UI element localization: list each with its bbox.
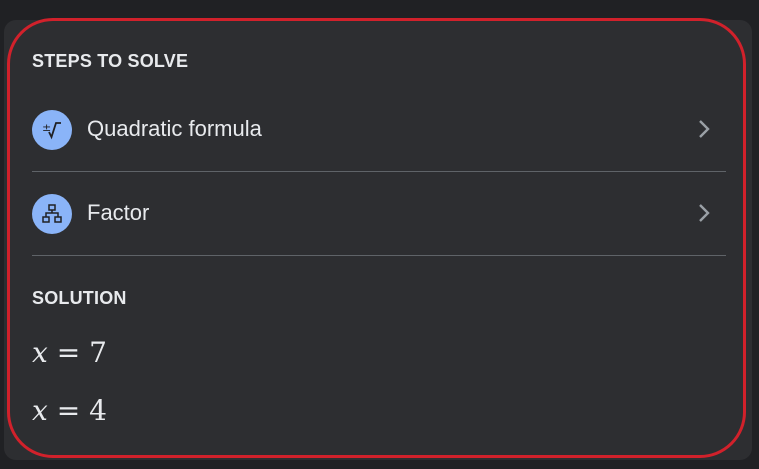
equation-variable: x <box>32 336 48 369</box>
divider <box>32 255 726 256</box>
solution-equation: x = 4 <box>32 394 107 427</box>
step-item-quadratic-formula[interactable]: ± Quadratic formula <box>32 88 726 172</box>
chevron-right-icon <box>699 120 710 138</box>
quadratic-formula-icon: ± <box>32 110 72 150</box>
step-item-label: Factor <box>87 200 150 225</box>
equation-value: 4 <box>89 394 107 427</box>
step-item-label: Quadratic formula <box>87 116 262 141</box>
equation-operator: = <box>56 394 81 427</box>
steps-section-title: STEPS TO SOLVE <box>32 51 189 71</box>
factor-tree-icon <box>32 194 72 234</box>
solution-section-title: SOLUTION <box>32 288 127 308</box>
equation-operator: = <box>56 336 81 369</box>
equation-variable: x <box>32 394 48 427</box>
step-item-factor[interactable]: Factor <box>32 172 726 256</box>
chevron-right-icon <box>699 204 710 222</box>
page: STEPS TO SOLVE ± Quadratic formula Facto… <box>0 0 759 469</box>
solution-equation: x = 7 <box>32 336 107 369</box>
equation-value: 7 <box>89 336 107 369</box>
